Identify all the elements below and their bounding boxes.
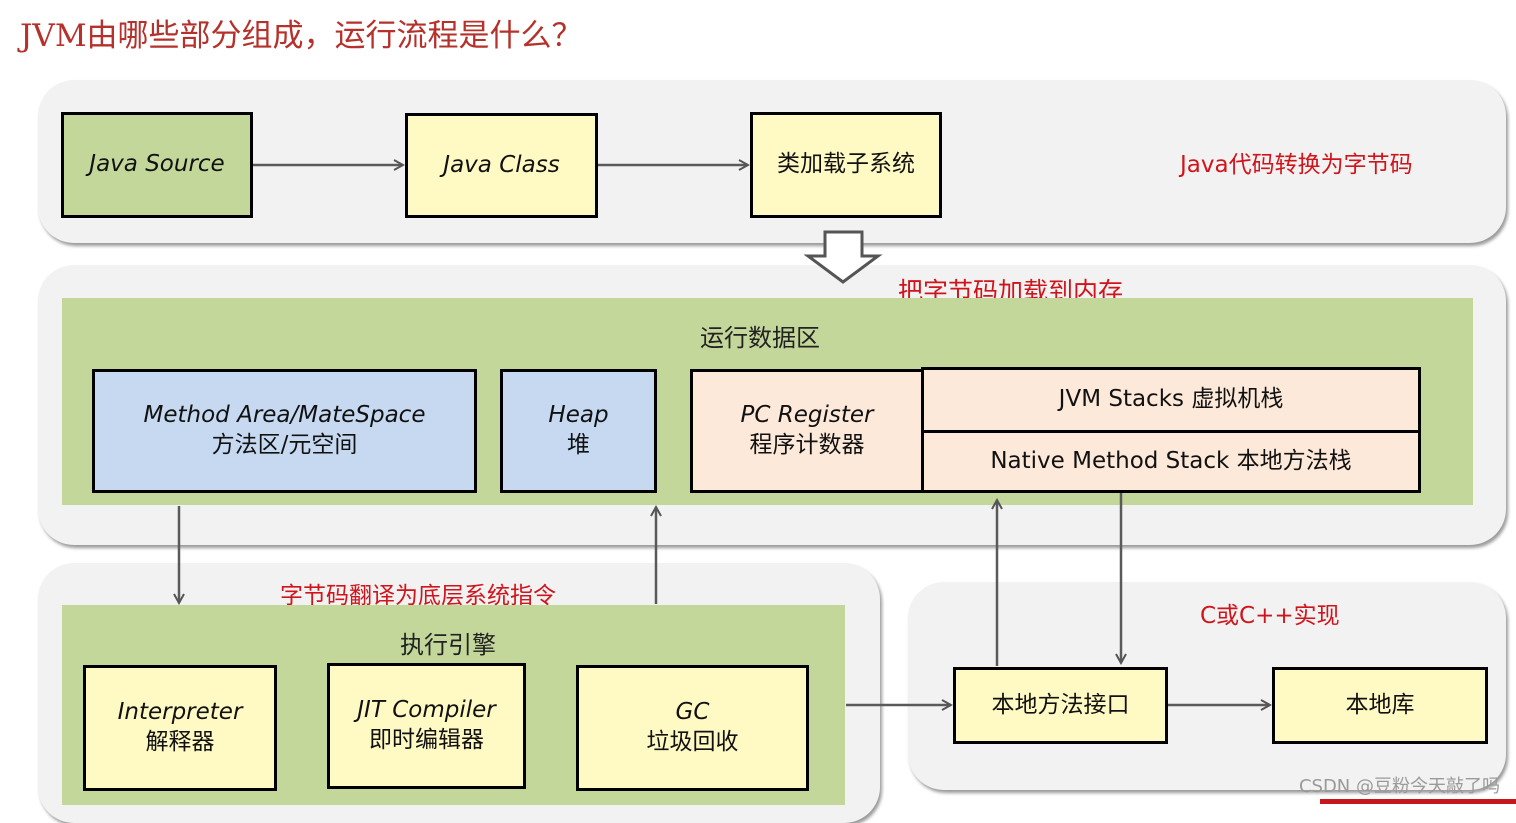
bottom-red-bar <box>1320 799 1516 804</box>
arrows-layer <box>0 0 1516 804</box>
watermark: CSDN @豆粉今天敲了吗 <box>1298 776 1500 797</box>
hollow-down-arrow-icon <box>803 230 883 284</box>
